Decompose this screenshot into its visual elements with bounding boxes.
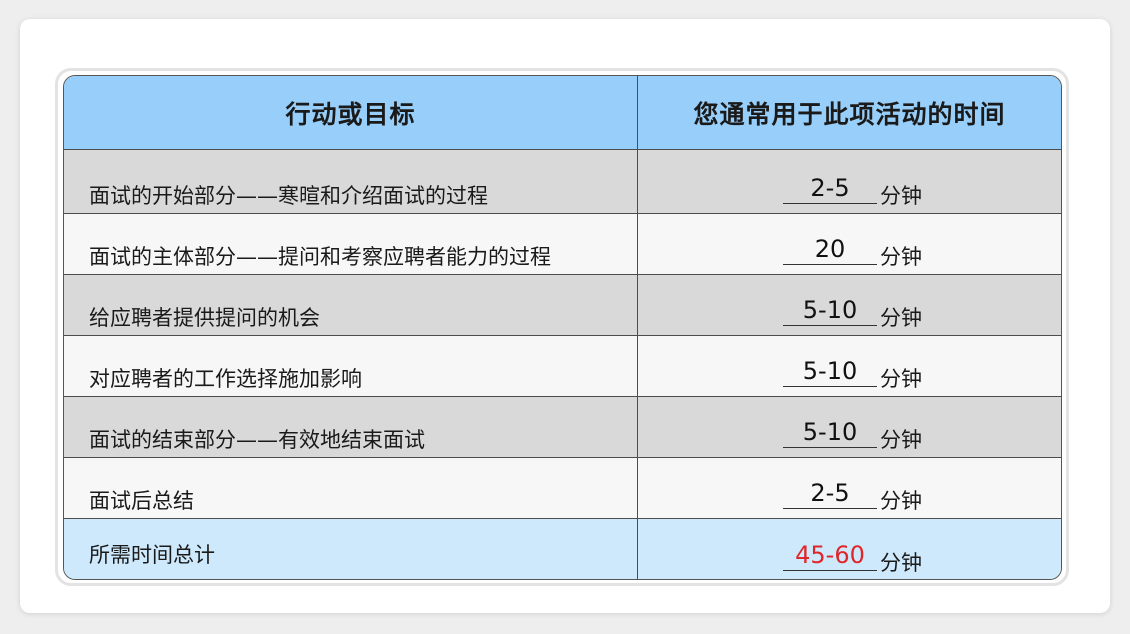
table-row: 面试的开始部分——寒暄和介绍面试的过程 2-5 分钟 (64, 150, 1061, 214)
header-time: 您通常用于此项活动的时间 (693, 99, 1006, 129)
row-time: 5-10 (783, 296, 877, 326)
row-action: 对应聘者的工作选择施加影响 (89, 367, 362, 391)
row-action: 面试的结束部分——有效地结束面试 (89, 428, 425, 452)
row-action: 面试的主体部分——提问和考察应聘者能力的过程 (89, 245, 551, 269)
table-row: 对应聘者的工作选择施加影响 5-10 分钟 (64, 336, 1061, 397)
row-action: 给应聘者提供提问的机会 (89, 306, 320, 330)
table-header-row: 行动或目标 您通常用于此项活动的时间 (64, 76, 1061, 150)
table-row: 面试后总结 2-5 分钟 (64, 458, 1061, 519)
table-row: 给应聘者提供提问的机会 5-10 分钟 (64, 275, 1061, 336)
row-action: 面试后总结 (89, 489, 194, 513)
row-time: 5-10 (783, 357, 877, 387)
total-label: 所需时间总计 (89, 543, 215, 567)
row-time: 2-5 (783, 479, 877, 509)
header-action: 行动或目标 (64, 76, 638, 149)
row-time: 2-5 (783, 174, 877, 204)
total-time: 45-60 (783, 541, 877, 571)
row-unit: 分钟 (880, 184, 922, 208)
table-total-row: 所需时间总计 45-60 分钟 (64, 519, 1061, 579)
row-unit: 分钟 (880, 306, 922, 330)
row-action: 面试的开始部分——寒暄和介绍面试的过程 (89, 184, 488, 208)
row-unit: 分钟 (880, 489, 922, 513)
row-time: 5-10 (783, 418, 877, 448)
row-unit: 分钟 (880, 367, 922, 391)
row-unit: 分钟 (880, 245, 922, 269)
table-row: 面试的主体部分——提问和考察应聘者能力的过程 20 分钟 (64, 214, 1061, 275)
table-row: 面试的结束部分——有效地结束面试 5-10 分钟 (64, 397, 1061, 458)
row-unit: 分钟 (880, 428, 922, 452)
row-time: 20 (783, 235, 877, 265)
interview-time-table: 行动或目标 您通常用于此项活动的时间 面试的开始部分——寒暄和介绍面试的过程 2… (63, 75, 1062, 580)
total-unit: 分钟 (880, 551, 922, 575)
